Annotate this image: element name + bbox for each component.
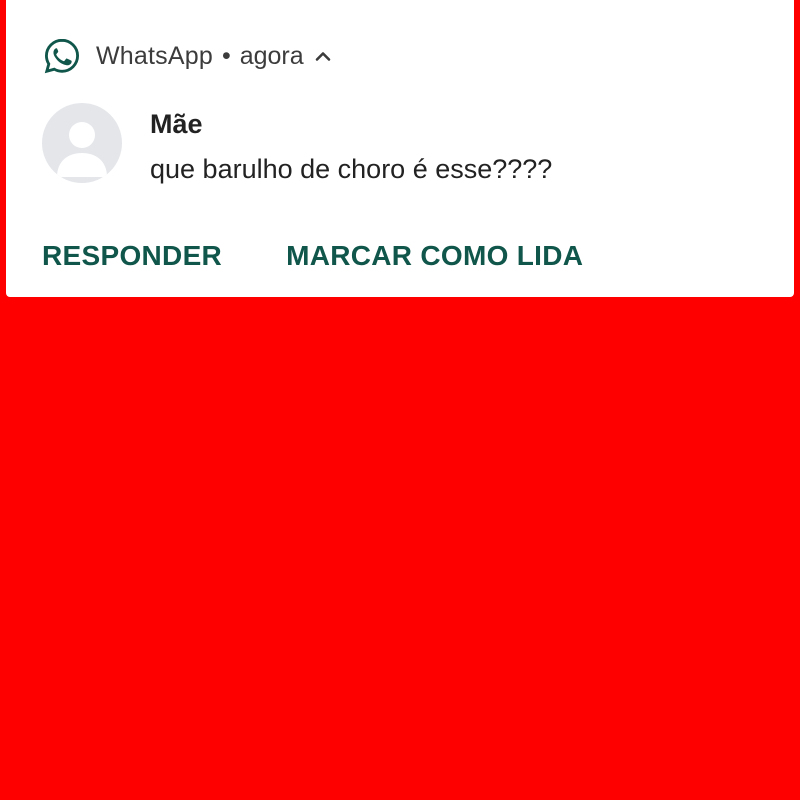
default-avatar-icon [42,103,122,183]
notification-header[interactable]: WhatsApp • agora [42,36,332,76]
whatsapp-icon [42,36,82,76]
message-text: que barulho de choro é esse???? [150,154,553,184]
timestamp: agora [239,41,304,70]
notification-actions: RESPONDER MARCAR COMO LIDA [42,240,583,272]
chevron-up-icon[interactable] [314,47,332,65]
app-name: WhatsApp [96,41,213,70]
separator-dot: • [221,41,231,70]
sender-name: Mãe [150,109,203,139]
whatsapp-notification[interactable]: WhatsApp • agora Mãe que barulho de chor… [6,0,794,297]
reply-button[interactable]: RESPONDER [42,240,222,272]
mark-as-read-button[interactable]: MARCAR COMO LIDA [286,240,583,272]
